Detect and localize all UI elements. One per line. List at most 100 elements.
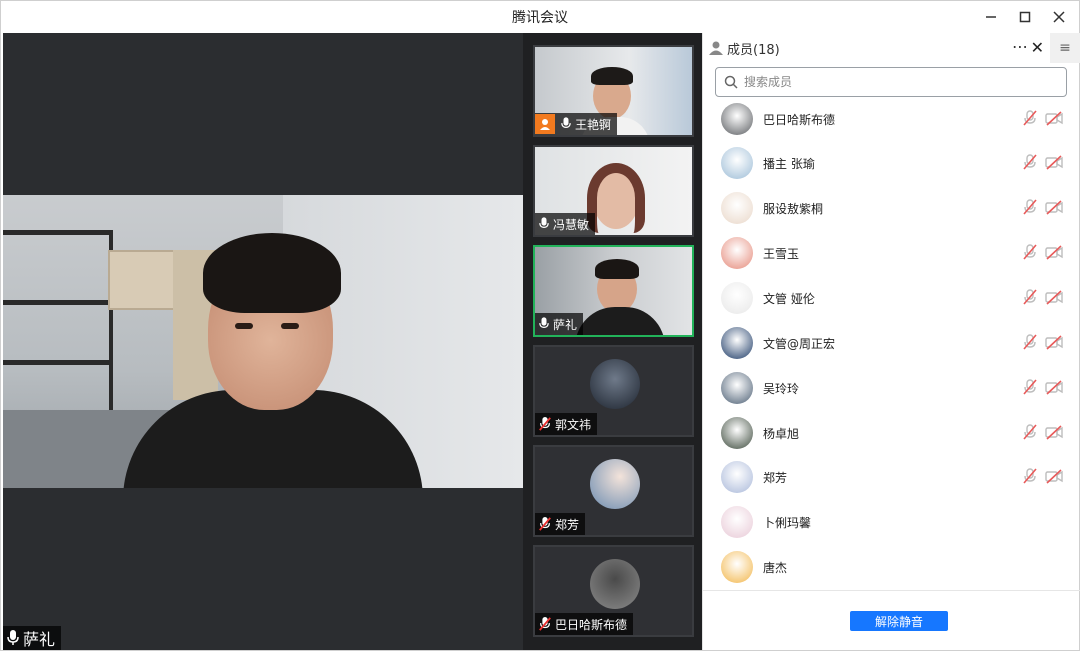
maximize-button[interactable] bbox=[1015, 7, 1035, 27]
member-row[interactable]: 文管 娅伦 bbox=[703, 276, 1080, 320]
close-panel-icon[interactable]: ✕ bbox=[1031, 38, 1044, 57]
member-avatar bbox=[721, 372, 753, 404]
member-row[interactable]: 卜俐玛馨 bbox=[703, 500, 1080, 544]
member-name: 文管 娅伦 bbox=[763, 291, 815, 306]
main-video-feed[interactable] bbox=[3, 195, 523, 488]
mic-muted-icon[interactable] bbox=[1021, 109, 1039, 127]
thumbnail-name-tag: 萨礼 bbox=[535, 313, 584, 335]
member-row[interactable]: 王雪玉 bbox=[703, 231, 1080, 275]
member-list: 巴日哈斯布德 播主 张瑜服设敖紫桐王雪玉文管 娅伦文管@周正宏 吴玲玲杨卓旭郑芳卜俐… bbox=[703, 103, 1080, 591]
microphone-icon bbox=[7, 630, 19, 645]
title-bar: 腾讯会议 bbox=[1, 1, 1079, 33]
mic-muted-icon[interactable] bbox=[1021, 243, 1039, 261]
thumbnail-name: 冯慧敏 bbox=[553, 217, 590, 232]
participant-avatar bbox=[590, 559, 640, 609]
main-speaker-name: 萨礼 bbox=[23, 630, 56, 649]
member-avatar bbox=[721, 417, 753, 449]
participant-avatar bbox=[590, 359, 640, 409]
member-name: 吴玲玲 bbox=[763, 381, 800, 396]
camera-off-icon[interactable] bbox=[1045, 423, 1063, 441]
member-row[interactable]: 服设敖紫桐 bbox=[703, 186, 1080, 230]
window-controls bbox=[981, 1, 1069, 33]
thumbnail-name-tag: 巴日哈斯布德 bbox=[535, 613, 634, 635]
mic-muted-icon[interactable] bbox=[1021, 467, 1039, 485]
member-row[interactable]: 吴玲玲 bbox=[703, 366, 1080, 410]
member-row[interactable]: 巴日哈斯布德 bbox=[703, 103, 1080, 141]
mic-muted-icon[interactable] bbox=[1021, 288, 1039, 306]
member-name: 服设敖紫桐 bbox=[763, 201, 824, 216]
microphone-muted-icon bbox=[539, 517, 551, 531]
member-name: 文管@周正宏 bbox=[763, 336, 836, 351]
member-avatar bbox=[721, 461, 753, 493]
participant-thumbnails: 王艳锕 冯慧敏 萨礼 郭文祎 郑芳 巴日哈斯布德 bbox=[523, 33, 702, 650]
microphone-icon bbox=[561, 117, 571, 128]
mic-muted-icon[interactable] bbox=[1021, 423, 1039, 441]
camera-off-icon[interactable] bbox=[1045, 153, 1063, 171]
main-speaker-tag: 萨礼 bbox=[3, 626, 62, 650]
camera-off-icon[interactable] bbox=[1045, 288, 1063, 306]
member-avatar bbox=[721, 147, 753, 179]
unmute-button[interactable]: 解除静音 bbox=[850, 611, 948, 631]
panel-menu-button[interactable]: ≡ bbox=[1050, 33, 1080, 63]
minimize-button[interactable] bbox=[981, 7, 1001, 27]
microphone-icon bbox=[539, 217, 549, 228]
camera-off-icon[interactable] bbox=[1045, 243, 1063, 261]
member-avatar bbox=[721, 551, 753, 583]
thumbnail-name: 巴日哈斯布德 bbox=[555, 617, 628, 632]
member-row[interactable]: 郑芳 bbox=[703, 455, 1080, 499]
member-name: 巴日哈斯布德 bbox=[763, 112, 836, 127]
host-badge bbox=[535, 114, 555, 134]
menu-icon: ≡ bbox=[1059, 40, 1071, 56]
minimize-icon bbox=[986, 16, 996, 18]
member-name: 郑芳 bbox=[763, 470, 788, 485]
member-avatar bbox=[721, 103, 753, 135]
mic-muted-icon[interactable] bbox=[1021, 333, 1039, 351]
camera-off-icon[interactable] bbox=[1045, 467, 1063, 485]
members-title: 成员(18) bbox=[727, 42, 780, 58]
thumbnail-name-tag: 冯慧敏 bbox=[535, 213, 596, 235]
thumbnail-name: 王艳锕 bbox=[575, 117, 612, 132]
member-search bbox=[715, 67, 1067, 97]
members-panel-header: 成员(18) ⋯ ✕ ≡ bbox=[703, 33, 1080, 63]
member-name: 王雪玉 bbox=[763, 246, 800, 261]
thumbnail-tile[interactable]: 王艳锕 bbox=[533, 45, 694, 137]
member-name: 杨卓旭 bbox=[763, 426, 800, 441]
thumbnail-tile-active[interactable]: 萨礼 bbox=[533, 245, 694, 337]
member-search-input[interactable] bbox=[744, 75, 1044, 89]
member-row[interactable]: 杨卓旭 bbox=[703, 411, 1080, 455]
member-name: 卜俐玛馨 bbox=[763, 515, 812, 530]
member-row[interactable]: 文管@周正宏 bbox=[703, 321, 1080, 365]
microphone-muted-icon bbox=[539, 417, 551, 431]
thumbnail-tile[interactable]: 巴日哈斯布德 bbox=[533, 545, 694, 637]
camera-off-icon[interactable] bbox=[1045, 198, 1063, 216]
thumbnail-tile[interactable]: 郭文祎 bbox=[533, 345, 694, 437]
member-avatar bbox=[721, 327, 753, 359]
participant-avatar bbox=[590, 459, 640, 509]
more-options-icon[interactable]: ⋯ bbox=[1012, 37, 1028, 56]
member-avatar bbox=[721, 282, 753, 314]
camera-off-icon[interactable] bbox=[1045, 109, 1063, 127]
close-icon bbox=[1053, 11, 1065, 23]
thumbnail-name-tag: 郭文祎 bbox=[535, 413, 598, 435]
thumbnail-name: 郭文祎 bbox=[555, 417, 592, 432]
member-name: 唐杰 bbox=[763, 560, 788, 575]
close-window-button[interactable] bbox=[1049, 7, 1069, 27]
mic-muted-icon[interactable] bbox=[1021, 378, 1039, 396]
member-row[interactable]: 播主 张瑜 bbox=[703, 141, 1080, 185]
member-row[interactable]: 唐杰 bbox=[703, 545, 1080, 589]
thumbnail-name: 萨礼 bbox=[553, 317, 578, 332]
camera-off-icon[interactable] bbox=[1045, 333, 1063, 351]
thumbnail-name-tag: 王艳锕 bbox=[535, 113, 618, 135]
microphone-muted-icon bbox=[539, 617, 551, 631]
member-name: 播主 张瑜 bbox=[763, 156, 815, 171]
main-stage: 萨礼 bbox=[3, 33, 523, 650]
thumbnail-tile[interactable]: 郑芳 bbox=[533, 445, 694, 537]
thumbnail-tile[interactable]: 冯慧敏 bbox=[533, 145, 694, 237]
members-panel-footer: 解除静音 bbox=[703, 590, 1080, 650]
meeting-window: 腾讯会议 萨礼 王艳锕 冯慧敏 萨礼 郭文祎 郑芳 巴日哈斯布德 成员(18) … bbox=[0, 0, 1080, 651]
host-icon bbox=[540, 119, 550, 130]
mic-muted-icon[interactable] bbox=[1021, 153, 1039, 171]
thumbnail-name-tag: 郑芳 bbox=[535, 513, 586, 535]
camera-off-icon[interactable] bbox=[1045, 378, 1063, 396]
mic-muted-icon[interactable] bbox=[1021, 198, 1039, 216]
